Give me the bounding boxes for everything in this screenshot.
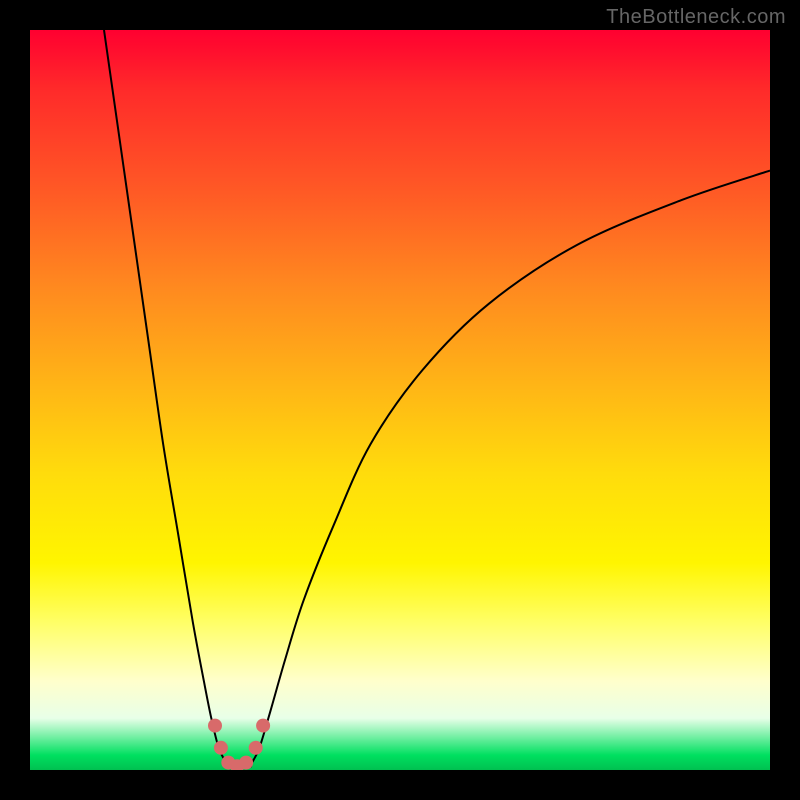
watermark-text: TheBottleneck.com (606, 6, 786, 29)
highlight-marker (249, 741, 263, 755)
highlight-markers (208, 719, 270, 770)
highlight-marker (239, 756, 253, 770)
highlight-marker (208, 719, 222, 733)
highlight-marker (256, 719, 270, 733)
curve-right-branch (252, 171, 770, 763)
curve-left-branch (104, 30, 226, 763)
highlight-marker (214, 741, 228, 755)
bottleneck-curve-chart (30, 30, 770, 770)
